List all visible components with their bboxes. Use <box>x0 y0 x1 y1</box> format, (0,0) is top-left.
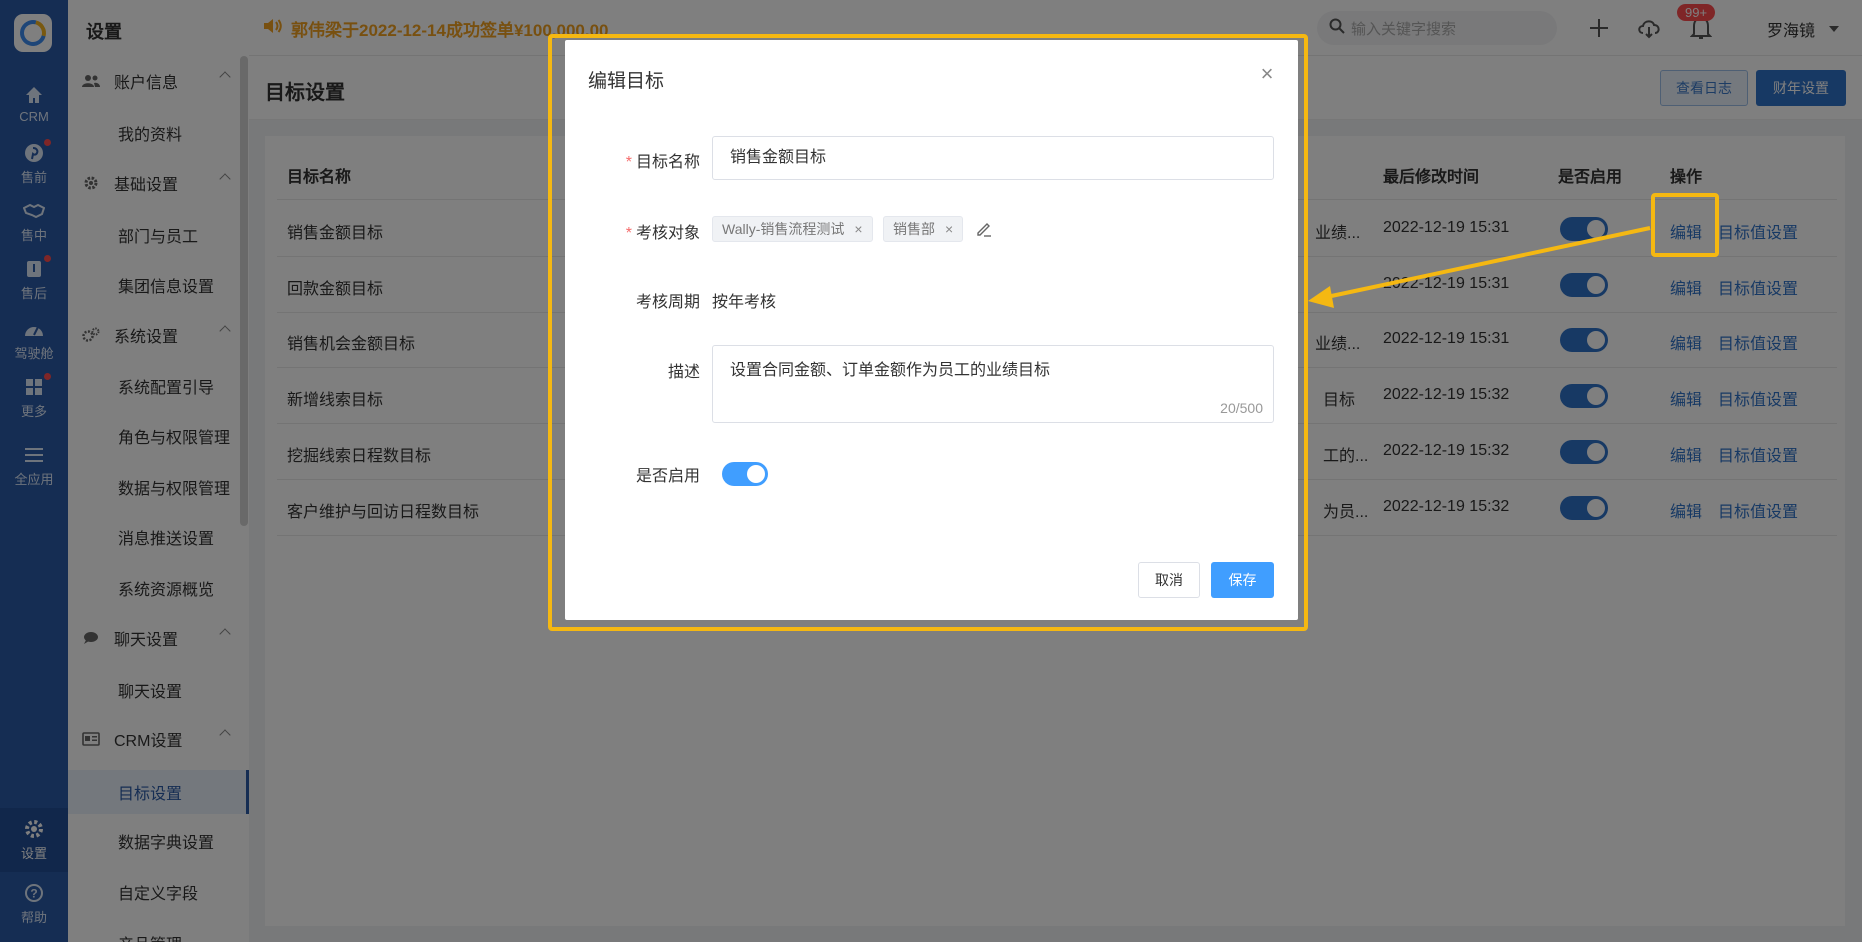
edit-highlight-box <box>1651 193 1719 257</box>
description-text: 设置合同金额、订单金额作为员工的业绩目标 <box>730 362 1051 379</box>
dialog-title: 编辑目标 <box>588 71 665 92</box>
char-counter: 20/500 <box>1220 400 1263 416</box>
target-name-input[interactable]: 销售金额目标 <box>712 136 1274 180</box>
target-name-label: * 目标名称 <box>625 154 700 171</box>
enabled-toggle[interactable] <box>722 462 768 486</box>
tag-close-icon[interactable]: × <box>945 221 953 237</box>
target-tag: 销售部 × <box>883 216 964 242</box>
close-icon[interactable]: × <box>1255 62 1279 86</box>
description-textarea[interactable]: 设置合同金额、订单金额作为员工的业绩目标 20/500 <box>712 345 1274 423</box>
save-button[interactable]: 保存 <box>1211 562 1274 598</box>
period-value: 按年考核 <box>712 294 777 311</box>
period-label: 考核周期 <box>635 294 700 311</box>
target-tag: Wally-销售流程测试 × <box>712 216 873 242</box>
assessment-target-label: * 考核对象 <box>625 225 700 242</box>
edit-pencil-icon[interactable] <box>975 220 993 242</box>
cancel-button[interactable]: 取消 <box>1138 562 1200 598</box>
tag-close-icon[interactable]: × <box>854 221 862 237</box>
enabled-label: 是否启用 <box>635 468 700 485</box>
edit-target-dialog: 编辑目标 × * 目标名称 销售金额目标 * 考核对象 Wally-销售流程测试 ×… <box>565 40 1298 620</box>
description-label: 描述 <box>667 364 700 381</box>
